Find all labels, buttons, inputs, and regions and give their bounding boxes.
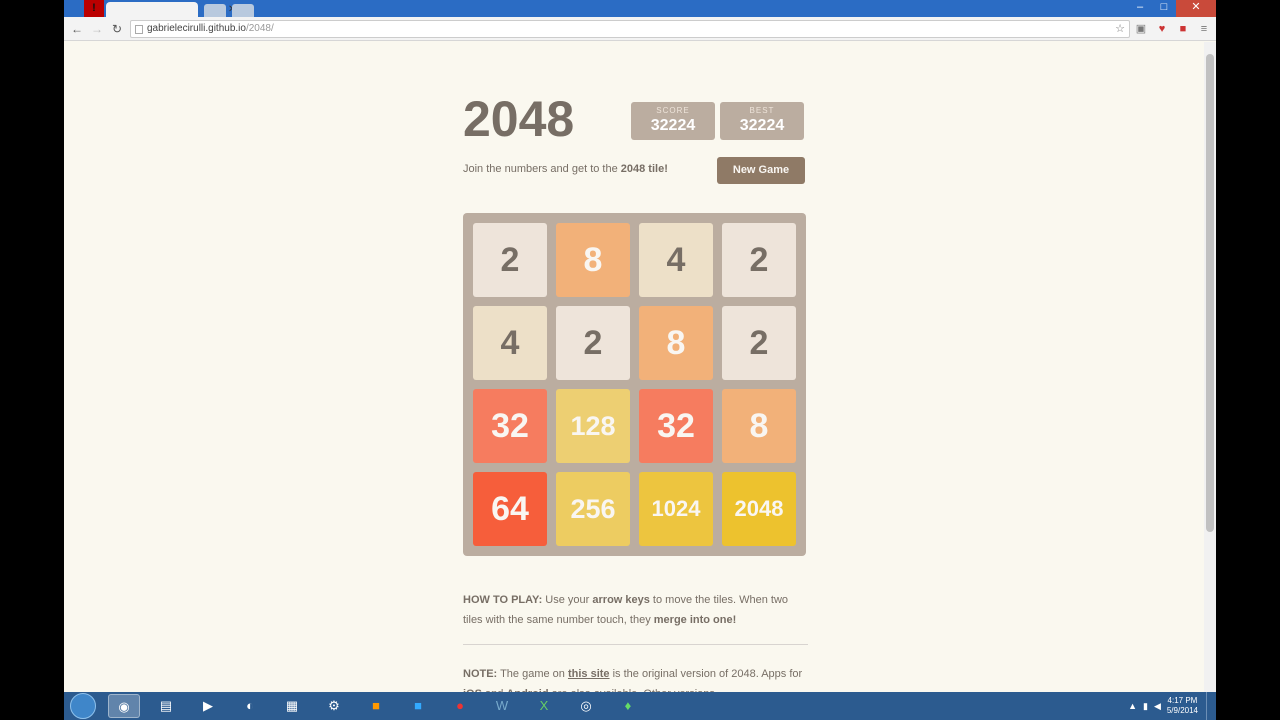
page-scrollbar[interactable] bbox=[1204, 42, 1216, 692]
best-label: best bbox=[749, 106, 775, 115]
url-text: gabrielecirulli.github.io/2048/ bbox=[147, 23, 274, 34]
taskbar-illustrator-icon[interactable]: ■ bbox=[360, 694, 392, 718]
extension-icons: ☆ ▣ ♥ ■ ≡ bbox=[1112, 21, 1212, 37]
menu-icon[interactable]: ≡ bbox=[1196, 21, 1212, 37]
this-site-link[interactable]: this site bbox=[568, 668, 610, 680]
system-tray: ▲ ▮ ◀ 4:17 PM 5/9/2014 bbox=[1128, 692, 1216, 720]
score-label: score bbox=[656, 106, 690, 115]
app-logo-icon: ! bbox=[84, 0, 104, 17]
tray-network-icon[interactable]: ▮ bbox=[1143, 701, 1148, 712]
taskbar-photoshop-icon[interactable]: ■ bbox=[402, 694, 434, 718]
tile-r1c1: 2 bbox=[473, 223, 547, 297]
tile-r3c3: 32 bbox=[639, 389, 713, 463]
taskbar-media-player-icon[interactable]: ▶ bbox=[192, 694, 224, 718]
page-icon bbox=[135, 25, 143, 34]
clock-time: 4:17 PM bbox=[1167, 696, 1198, 705]
taskbar-excel-icon[interactable]: X bbox=[528, 694, 560, 718]
video-letterbox-right bbox=[1216, 0, 1280, 720]
clock[interactable]: 4:17 PM 5/9/2014 bbox=[1167, 696, 1198, 716]
taskbar-game-icon[interactable]: ● bbox=[444, 694, 476, 718]
divider bbox=[463, 644, 808, 645]
tile-r1c2: 8 bbox=[556, 223, 630, 297]
game-intro: Join the numbers and get to the 2048 til… bbox=[463, 163, 668, 175]
browser-tab-inactive[interactable] bbox=[204, 4, 226, 17]
tile-r2c3: 8 bbox=[639, 306, 713, 380]
taskbar-app-icon[interactable]: ▦ bbox=[276, 694, 308, 718]
taskbar-map-pin-icon[interactable]: ♦ bbox=[612, 694, 644, 718]
minimize-icon[interactable]: – bbox=[1128, 0, 1152, 17]
browser-toolbar: ← → ↻ gabrielecirulli.github.io/2048/ ☆ … bbox=[64, 17, 1216, 41]
taskbar-steam-icon[interactable]: ◐ bbox=[234, 694, 266, 718]
taskbar-chrome-icon[interactable]: ◉ bbox=[108, 694, 140, 718]
extension-icon[interactable]: ▣ bbox=[1133, 21, 1149, 37]
windows-taskbar: ◉ ▤ ▶ ◐ ▦ ⚙ ■ ■ ● W X ◎ ♦ ▲ ▮ ◀ 4:17 PM … bbox=[64, 692, 1216, 720]
address-bar[interactable]: gabrielecirulli.github.io/2048/ bbox=[130, 20, 1130, 38]
tile-r2c2: 2 bbox=[556, 306, 630, 380]
tray-arrow-icon[interactable]: ▲ bbox=[1128, 701, 1137, 711]
taskbar-explorer-icon[interactable]: ▤ bbox=[150, 694, 182, 718]
shield-icon[interactable]: ♥ bbox=[1154, 21, 1170, 37]
browser-tab-active[interactable]: ✕ bbox=[106, 2, 236, 17]
new-game-button[interactable]: New Game bbox=[717, 157, 805, 184]
clock-date: 5/9/2014 bbox=[1166, 706, 1198, 715]
best-value: 32224 bbox=[739, 117, 785, 134]
tray-volume-icon[interactable]: ◀ bbox=[1154, 701, 1161, 712]
score-box: score 32224 bbox=[631, 102, 715, 140]
new-tab-button[interactable] bbox=[232, 4, 254, 17]
forward-arrow-icon[interactable]: → bbox=[88, 20, 106, 38]
window-controls: – □ ✕ bbox=[1128, 0, 1216, 17]
taskbar-word-icon[interactable]: W bbox=[486, 694, 518, 718]
screen: ! ✕ – □ ✕ ← → ↻ gabrielecirulli.github.i… bbox=[64, 0, 1216, 720]
how-to-play: HOW TO PLAY: Use your arrow keys to move… bbox=[463, 594, 789, 626]
tile-r1c3: 4 bbox=[639, 223, 713, 297]
back-arrow-icon[interactable]: ← bbox=[68, 20, 86, 38]
best-score-box: best 32224 bbox=[720, 102, 804, 140]
taskbar-settings-icon[interactable]: ⚙ bbox=[318, 694, 350, 718]
reload-icon[interactable]: ↻ bbox=[108, 20, 126, 38]
tile-r2c4: 2 bbox=[722, 306, 796, 380]
tile-r3c2: 128 bbox=[556, 389, 630, 463]
game-board: 2 8 4 2 4 2 8 2 32 128 32 8 64 256 1024 … bbox=[463, 213, 806, 556]
video-letterbox-left bbox=[0, 0, 64, 720]
close-window-icon[interactable]: ✕ bbox=[1176, 0, 1216, 17]
bookmark-star-icon[interactable]: ☆ bbox=[1112, 21, 1128, 37]
start-button[interactable] bbox=[70, 693, 96, 719]
maximize-icon[interactable]: □ bbox=[1152, 0, 1176, 17]
game-title: 2048 bbox=[463, 91, 575, 147]
tile-r4c2: 256 bbox=[556, 472, 630, 546]
extension-red-icon[interactable]: ■ bbox=[1175, 21, 1191, 37]
tile-r3c4: 8 bbox=[722, 389, 796, 463]
taskbar-eye-icon[interactable]: ◎ bbox=[570, 694, 602, 718]
scrollbar-thumb[interactable] bbox=[1206, 54, 1214, 532]
browser-tab-strip: ! ✕ – □ ✕ bbox=[64, 0, 1216, 17]
score-value: 32224 bbox=[650, 117, 696, 134]
tile-r1c4: 2 bbox=[722, 223, 796, 297]
tile-r4c3: 1024 bbox=[639, 472, 713, 546]
show-desktop-button[interactable] bbox=[1206, 692, 1216, 720]
tile-r2c1: 4 bbox=[473, 306, 547, 380]
tile-r4c1: 64 bbox=[473, 472, 547, 546]
tile-r4c4: 2048 bbox=[722, 472, 796, 546]
tile-r3c1: 32 bbox=[473, 389, 547, 463]
